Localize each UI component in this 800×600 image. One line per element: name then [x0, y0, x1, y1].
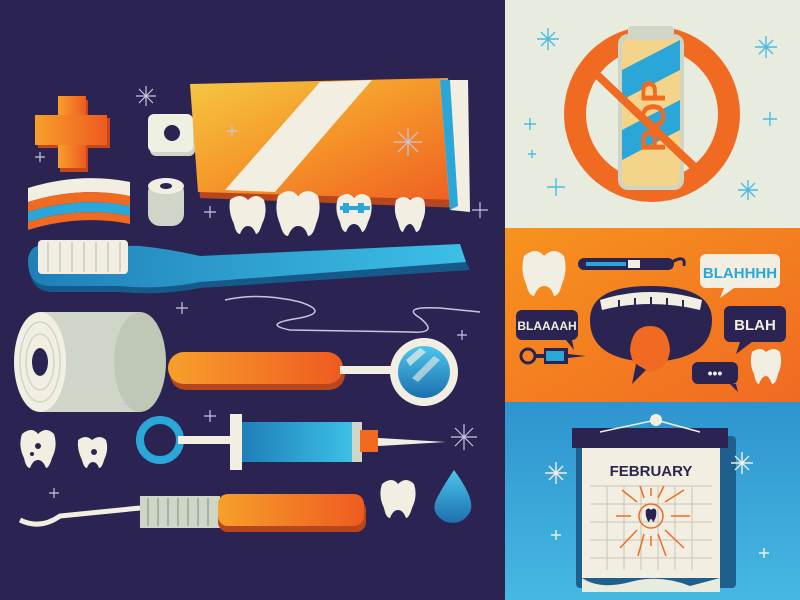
svg-text:BLAAAAH: BLAAAAH: [517, 319, 576, 333]
svg-text:•••: •••: [708, 365, 723, 381]
dental-pick-icon: [578, 257, 686, 270]
calendar-icon: FEBRUARY: [572, 414, 736, 592]
svg-text:BLAH: BLAH: [734, 317, 776, 334]
no-soda-sign-icon: POP: [564, 26, 740, 202]
floss-roll-icon: [14, 312, 166, 412]
dental-illustration: POP BLAHHHH BLAAAAH BLAH ••• FEBRUARY: [0, 0, 800, 600]
floss-spool-icon: [148, 178, 184, 226]
svg-text:BLAHHHH: BLAHHHH: [703, 265, 777, 282]
calendar-month: FEBRUARY: [610, 463, 693, 480]
